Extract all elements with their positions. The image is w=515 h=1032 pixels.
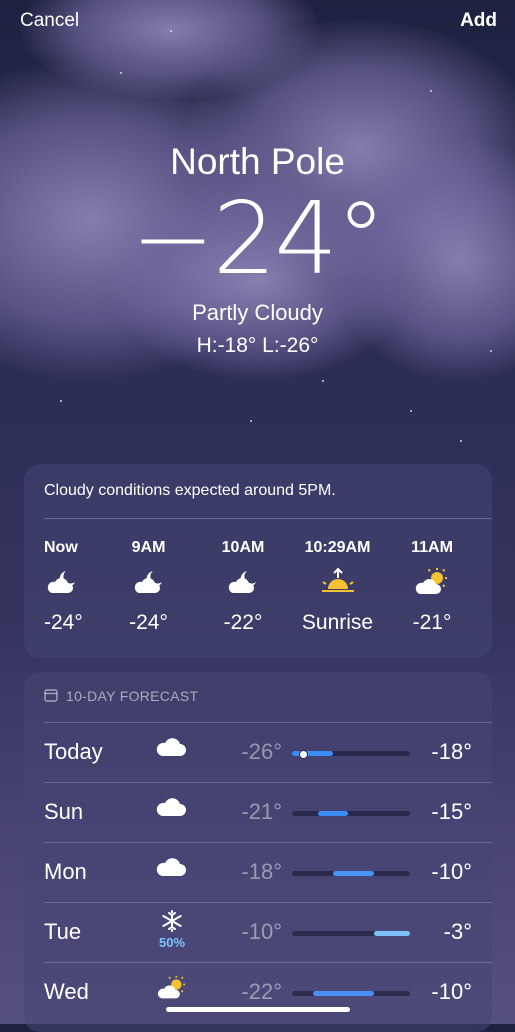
star — [430, 90, 432, 92]
day-name: Wed — [44, 979, 89, 1004]
partly-sunny-icon — [152, 975, 192, 1006]
hour-time: 10:29AM — [304, 539, 371, 556]
temp-range-fill — [312, 991, 375, 996]
hour-temp: -24° — [44, 611, 83, 634]
partly-cloudy-night-icon — [131, 567, 167, 603]
cloud-icon — [152, 795, 192, 824]
hour-item: 10:29AM Sunrise — [298, 539, 378, 635]
partly-cloudy-night-icon — [225, 567, 261, 603]
day-row[interactable]: Tue 50% -10° -3° — [24, 902, 492, 962]
hourly-list[interactable]: Now -24° 9AM -24° 10AM -22° 10:29AM Sunr… — [24, 519, 492, 635]
day-row[interactable]: Mon -18° -10° — [24, 842, 492, 902]
day-row[interactable]: Wed -22° -10° — [24, 962, 492, 1022]
temp-range-fill — [317, 811, 349, 816]
ten-day-title: 10-DAY FORECAST — [66, 688, 199, 704]
partly-sunny-icon — [414, 567, 450, 603]
temp-range-bar — [292, 811, 410, 816]
day-row[interactable]: Sun -21° -15° — [24, 782, 492, 842]
high-temp: -18° — [431, 739, 472, 764]
divider — [44, 962, 492, 963]
divider — [44, 842, 492, 843]
hour-temp: -21° — [412, 611, 452, 634]
hour-temp: Sunrise — [301, 611, 374, 634]
day-row[interactable]: Today -26° -18° — [24, 722, 492, 782]
star — [410, 410, 412, 412]
city-name: North Pole — [170, 141, 345, 182]
day-name: Tue — [44, 919, 82, 944]
temp-range-bar — [292, 871, 410, 876]
high-temp: -15° — [431, 799, 472, 824]
calendar-icon — [44, 688, 58, 705]
high-low-text: H:-18° L:-26° — [196, 334, 319, 357]
hour-time: 9AM — [131, 539, 166, 556]
add-button[interactable]: Add — [460, 10, 497, 32]
cloud-icon — [152, 735, 192, 764]
day-name: Today — [44, 739, 103, 764]
hour-time: Now — [44, 539, 78, 556]
hour-item: 11AM -21° — [392, 539, 472, 635]
sunrise-icon — [320, 567, 356, 603]
cancel-button[interactable]: Cancel — [20, 10, 79, 32]
low-temp: -18° — [241, 859, 282, 884]
low-temp: -26° — [241, 739, 282, 764]
divider — [44, 902, 492, 903]
hour-time: 11AM — [411, 539, 453, 556]
hour-item: 10AM -22° — [203, 539, 283, 635]
high-temp: -3° — [443, 919, 472, 944]
hour-item: 9AM -24° — [109, 539, 189, 635]
current-weather: North Pole −24° Partly Cloudy H:-18° L:-… — [0, 140, 515, 358]
ten-day-forecast-card[interactable]: 10-DAY FORECAST Today -26° -18° Sun -21°… — [24, 672, 492, 1032]
precip-chance: 50% — [158, 935, 186, 950]
hour-item: Now -24° — [44, 539, 94, 635]
day-name: Mon — [44, 859, 87, 884]
star — [120, 72, 122, 74]
temp-range-fill — [333, 871, 375, 876]
star — [460, 440, 462, 442]
cloud-icon — [152, 855, 192, 884]
ten-day-header: 10-DAY FORECAST — [24, 672, 492, 708]
forecast-summary: Cloudy conditions expected around 5PM. — [44, 482, 336, 499]
snowflake-icon: 50% — [152, 910, 192, 950]
star — [250, 420, 252, 422]
temp-range-fill — [374, 931, 410, 936]
divider — [44, 782, 492, 783]
current-temp-dot — [298, 750, 308, 759]
hour-time: 10AM — [221, 539, 265, 556]
low-temp: -22° — [241, 979, 282, 1004]
high-temp: -10° — [431, 859, 472, 884]
condition-text: Partly Cloudy — [192, 300, 323, 325]
low-temp: -21° — [241, 799, 282, 824]
home-indicator[interactable] — [166, 1007, 350, 1012]
divider — [44, 722, 492, 723]
star — [60, 400, 62, 402]
current-temperature: −24° — [130, 180, 386, 297]
temp-range-bar — [292, 931, 410, 936]
high-temp: -10° — [431, 979, 472, 1004]
hour-temp: -24° — [129, 611, 168, 634]
low-temp: -10° — [241, 919, 282, 944]
hour-temp: -22° — [223, 611, 263, 634]
temp-range-bar — [292, 750, 410, 759]
top-bar: Cancel Add — [20, 8, 497, 36]
partly-cloudy-night-icon — [44, 567, 80, 603]
day-name: Sun — [44, 799, 84, 824]
temp-range-bar — [292, 991, 410, 996]
hourly-forecast-card[interactable]: Cloudy conditions expected around 5PM. N… — [24, 464, 492, 658]
star — [322, 380, 324, 382]
